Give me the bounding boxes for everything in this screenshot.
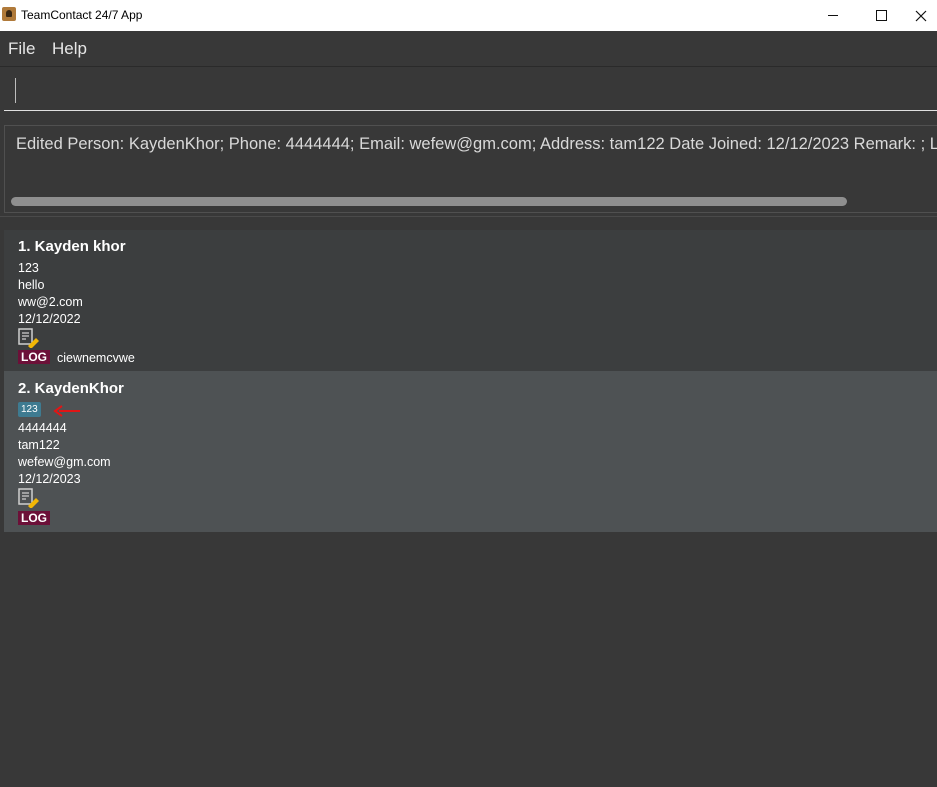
log-text: ciewnemcvwe: [57, 351, 135, 365]
person-date-joined: 12/12/2023: [18, 472, 81, 486]
person-address: tam122: [18, 438, 60, 452]
person-email: ww@2.com: [18, 295, 83, 309]
log-badge: LOG: [18, 350, 50, 364]
person-name: 1. Kayden khor: [18, 238, 126, 255]
arrow-left-icon: [53, 405, 80, 417]
person-address: hello: [18, 278, 45, 292]
person-list: 1. Kayden khor 123 hello ww@2.com 12/12/…: [4, 230, 937, 532]
minimize-button[interactable]: [810, 0, 856, 31]
horizontal-scrollbar[interactable]: [11, 197, 847, 206]
close-icon: [915, 10, 926, 21]
result-text: Edited Person: KaydenKhor; Phone: 444444…: [16, 135, 937, 153]
command-input[interactable]: [4, 70, 937, 111]
result-display: Edited Person: KaydenKhor; Phone: 444444…: [4, 125, 937, 213]
minimize-icon: [828, 15, 838, 16]
maximize-icon: [875, 10, 887, 21]
menu-bar: File Help: [0, 31, 937, 67]
window-title: TeamContact 24/7 App: [21, 8, 143, 22]
divider: [0, 216, 937, 217]
remark-icon: [18, 328, 39, 348]
maximize-button[interactable]: [858, 0, 904, 31]
app-icon: [2, 7, 16, 21]
person-email: wefew@gm.com: [18, 455, 111, 469]
close-button[interactable]: [904, 0, 937, 31]
person-card[interactable]: 1. Kayden khor 123 hello ww@2.com 12/12/…: [4, 230, 937, 371]
person-date-joined: 12/12/2022: [18, 312, 81, 326]
person-phone: 123: [18, 261, 39, 275]
person-card[interactable]: 2. KaydenKhor 123 4444444 tam122 wefew@g…: [4, 371, 937, 532]
menu-file[interactable]: File: [8, 39, 35, 59]
log-badge: LOG: [18, 511, 50, 525]
menu-help[interactable]: Help: [52, 39, 87, 59]
remark-icon: [18, 488, 39, 508]
title-bar: TeamContact 24/7 App: [0, 0, 937, 31]
text-caret: [15, 78, 16, 103]
tag-chip: 123: [18, 402, 41, 417]
person-name: 2. KaydenKhor: [18, 380, 124, 397]
person-phone: 4444444: [18, 421, 67, 435]
